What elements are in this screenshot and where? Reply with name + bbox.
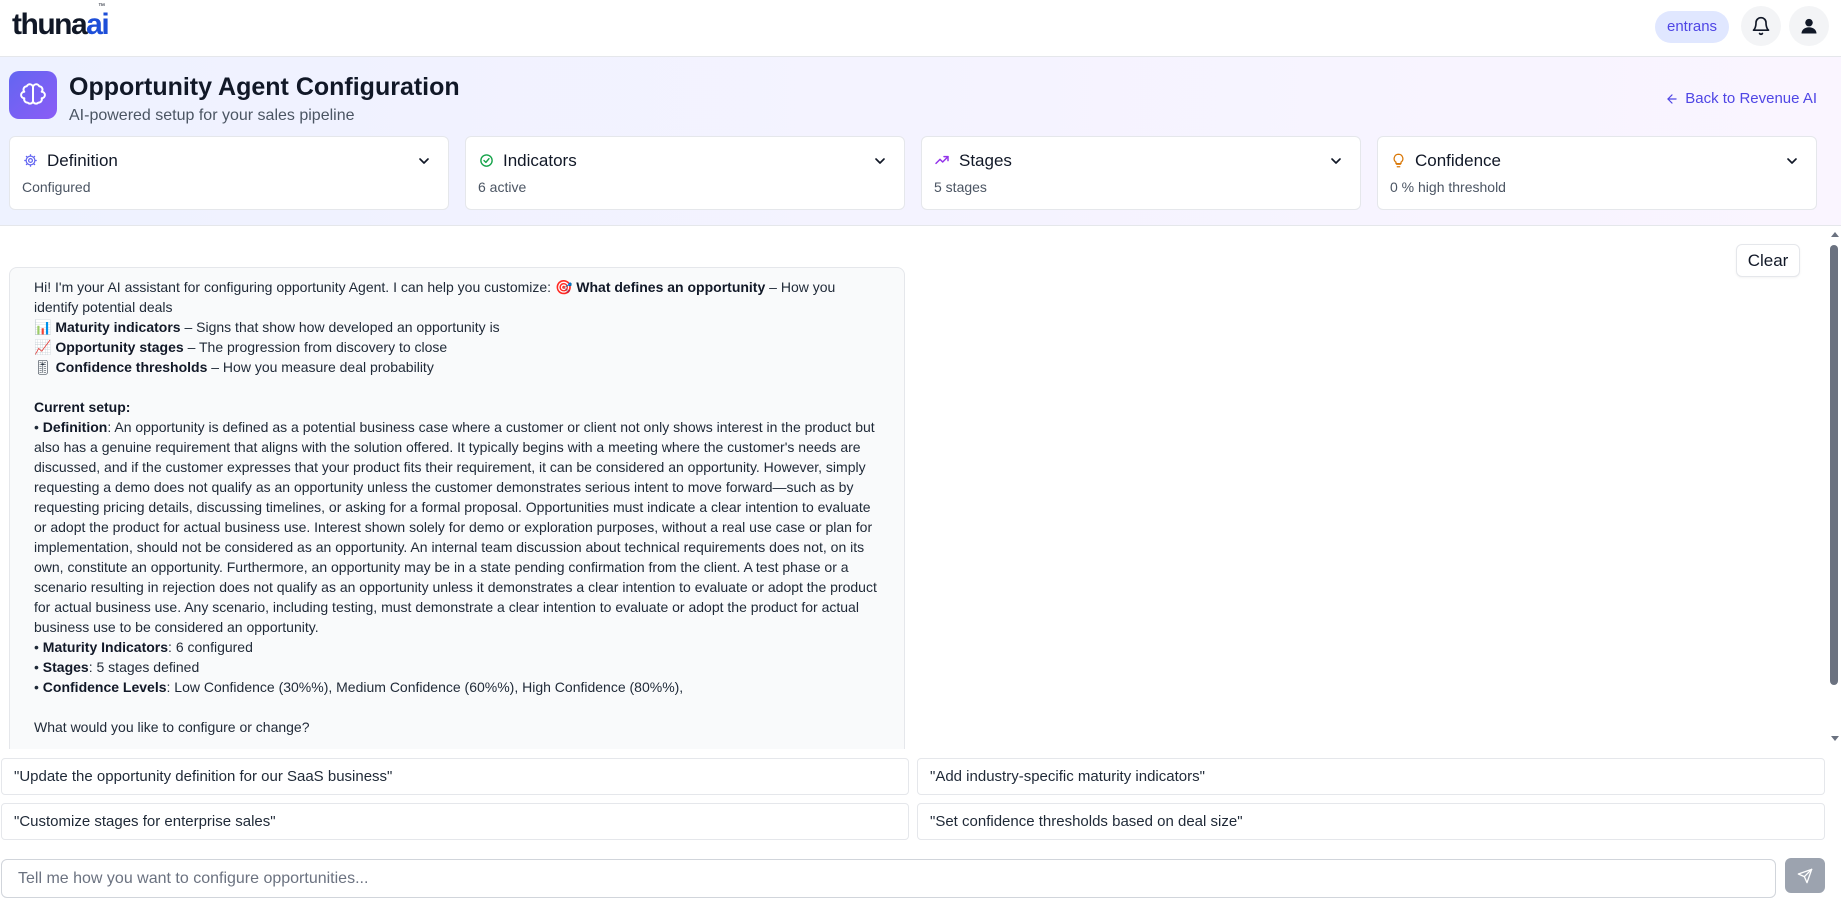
card-title: Confidence xyxy=(1415,151,1502,170)
card-title: Definition xyxy=(47,151,118,170)
setup-text: : An opportunity is defined as a potenti… xyxy=(34,419,877,635)
setup-maturity: • Maturity Indicators: 6 configured xyxy=(34,639,253,655)
suggestion-button[interactable]: "Add industry-specific maturity indicato… xyxy=(917,758,1825,795)
setup-confidence: • Confidence Levels: Low Confidence (30%… xyxy=(34,679,684,695)
brain-icon xyxy=(9,71,57,119)
message-line-confidence: 🎚 Confidence thresholds – How you measur… xyxy=(34,357,880,377)
message-line-stages: 📈 Opportunity stages – The progression f… xyxy=(34,337,880,357)
line-tail: – How you measure deal probability xyxy=(207,359,434,375)
line-tail: – Signs that show how developed an oppor… xyxy=(180,319,500,335)
chevron-down-icon[interactable] xyxy=(416,153,432,169)
page-title: Opportunity Agent Configuration xyxy=(69,73,460,101)
chat-panel[interactable]: Clear Hi! I'm your AI assistant for conf… xyxy=(0,227,1841,749)
user-menu-button[interactable] xyxy=(1789,6,1829,46)
suggestion-button[interactable]: "Update the opportunity definition for o… xyxy=(1,758,909,795)
lightbulb-icon xyxy=(1390,152,1406,168)
suggestion-button[interactable]: "Set confidence thresholds based on deal… xyxy=(917,803,1825,840)
back-link-label: Back to Revenue AI xyxy=(1685,90,1817,107)
setup-label: Confidence Levels xyxy=(42,679,167,695)
clear-button[interactable]: Clear xyxy=(1736,244,1800,277)
top-navbar: thunaai ™ entrans xyxy=(0,0,1841,57)
chevron-down-icon[interactable] xyxy=(1328,153,1344,169)
setup-label: Stages xyxy=(42,659,89,675)
intro-bold: What defines an opportunity xyxy=(576,279,766,295)
message-closing: What would you like to configure or chan… xyxy=(34,719,310,735)
line-bold: Confidence thresholds xyxy=(55,359,208,375)
app-logo[interactable]: thunaai xyxy=(12,8,110,41)
setup-text: : Low Confidence (30%%), Medium Confiden… xyxy=(166,679,684,695)
logo-text: thuna xyxy=(12,8,88,41)
setup-heading-text: Current setup: xyxy=(34,399,131,415)
message-line-indicators: 📊 Maturity indicators – Signs that show … xyxy=(34,317,880,337)
card-subtitle: 6 active xyxy=(478,179,527,195)
bar-chart-icon: 📊 xyxy=(34,319,52,335)
arrow-left-icon xyxy=(1667,93,1677,104)
setup-text: : 5 stages defined xyxy=(88,659,200,675)
chevron-down-icon[interactable] xyxy=(872,153,888,169)
card-subtitle: Configured xyxy=(22,179,91,195)
trending-up-icon xyxy=(934,152,950,168)
card-stages[interactable]: Stages 5 stages xyxy=(921,136,1361,210)
line-bold: Opportunity stages xyxy=(55,339,184,355)
setup-text: : 6 configured xyxy=(168,639,253,655)
page-subtitle: AI-powered setup for your sales pipeline xyxy=(69,107,355,124)
card-confidence[interactable]: Confidence 0 % high threshold xyxy=(1377,136,1817,210)
card-definition[interactable]: Definition Configured xyxy=(9,136,449,210)
send-button[interactable] xyxy=(1785,858,1825,893)
logo-accent: ai xyxy=(86,8,110,41)
suggestion-button[interactable]: "Customize stages for enterprise sales" xyxy=(1,803,909,840)
page-header: Opportunity Agent Configuration AI-power… xyxy=(0,57,1841,226)
chat-input[interactable] xyxy=(1,859,1776,898)
bell-icon xyxy=(1752,16,1770,36)
scroll-thumb[interactable] xyxy=(1830,245,1838,685)
org-badge[interactable]: entrans xyxy=(1655,11,1730,43)
notifications-button[interactable] xyxy=(1741,6,1781,46)
setup-stages: • Stages: 5 stages defined xyxy=(34,659,200,675)
assistant-message: Hi! I'm your AI assistant for configurin… xyxy=(9,267,905,749)
slider-icon: 🎚 xyxy=(34,359,52,375)
back-to-revenue-ai-link[interactable]: Back to Revenue AI xyxy=(1665,90,1817,107)
trend-chart-icon: 📈 xyxy=(34,339,52,355)
line-tail: – The progression from discovery to clos… xyxy=(183,339,448,355)
setup-label: Maturity Indicators xyxy=(42,639,169,655)
logo-trademark: ™ xyxy=(98,3,105,10)
message-intro: Hi! I'm your AI assistant for configurin… xyxy=(34,277,880,317)
line-bold: Maturity indicators xyxy=(55,319,181,335)
card-subtitle: 5 stages xyxy=(934,179,987,195)
card-indicators[interactable]: Indicators 6 active xyxy=(465,136,905,210)
setup-definition: • Definition: An opportunity is defined … xyxy=(34,419,877,635)
chat-scrollbar[interactable] xyxy=(1828,227,1841,749)
setup-label: Definition xyxy=(42,419,108,435)
card-title: Indicators xyxy=(503,151,577,170)
chevron-down-icon[interactable] xyxy=(1784,153,1800,169)
card-subtitle: 0 % high threshold xyxy=(1390,179,1506,195)
setup-heading: Current setup: xyxy=(34,397,880,417)
user-icon xyxy=(1801,18,1817,34)
scroll-down-arrow[interactable] xyxy=(1831,736,1839,741)
gear-icon xyxy=(22,152,38,168)
card-title: Stages xyxy=(959,151,1012,170)
config-cards: Definition Configured Indicators 6 activ… xyxy=(9,136,1818,210)
intro-text: Hi! I'm your AI assistant for configurin… xyxy=(34,279,577,295)
send-icon xyxy=(1797,868,1813,883)
scroll-up-arrow[interactable] xyxy=(1831,232,1839,237)
check-circle-icon xyxy=(478,152,494,168)
